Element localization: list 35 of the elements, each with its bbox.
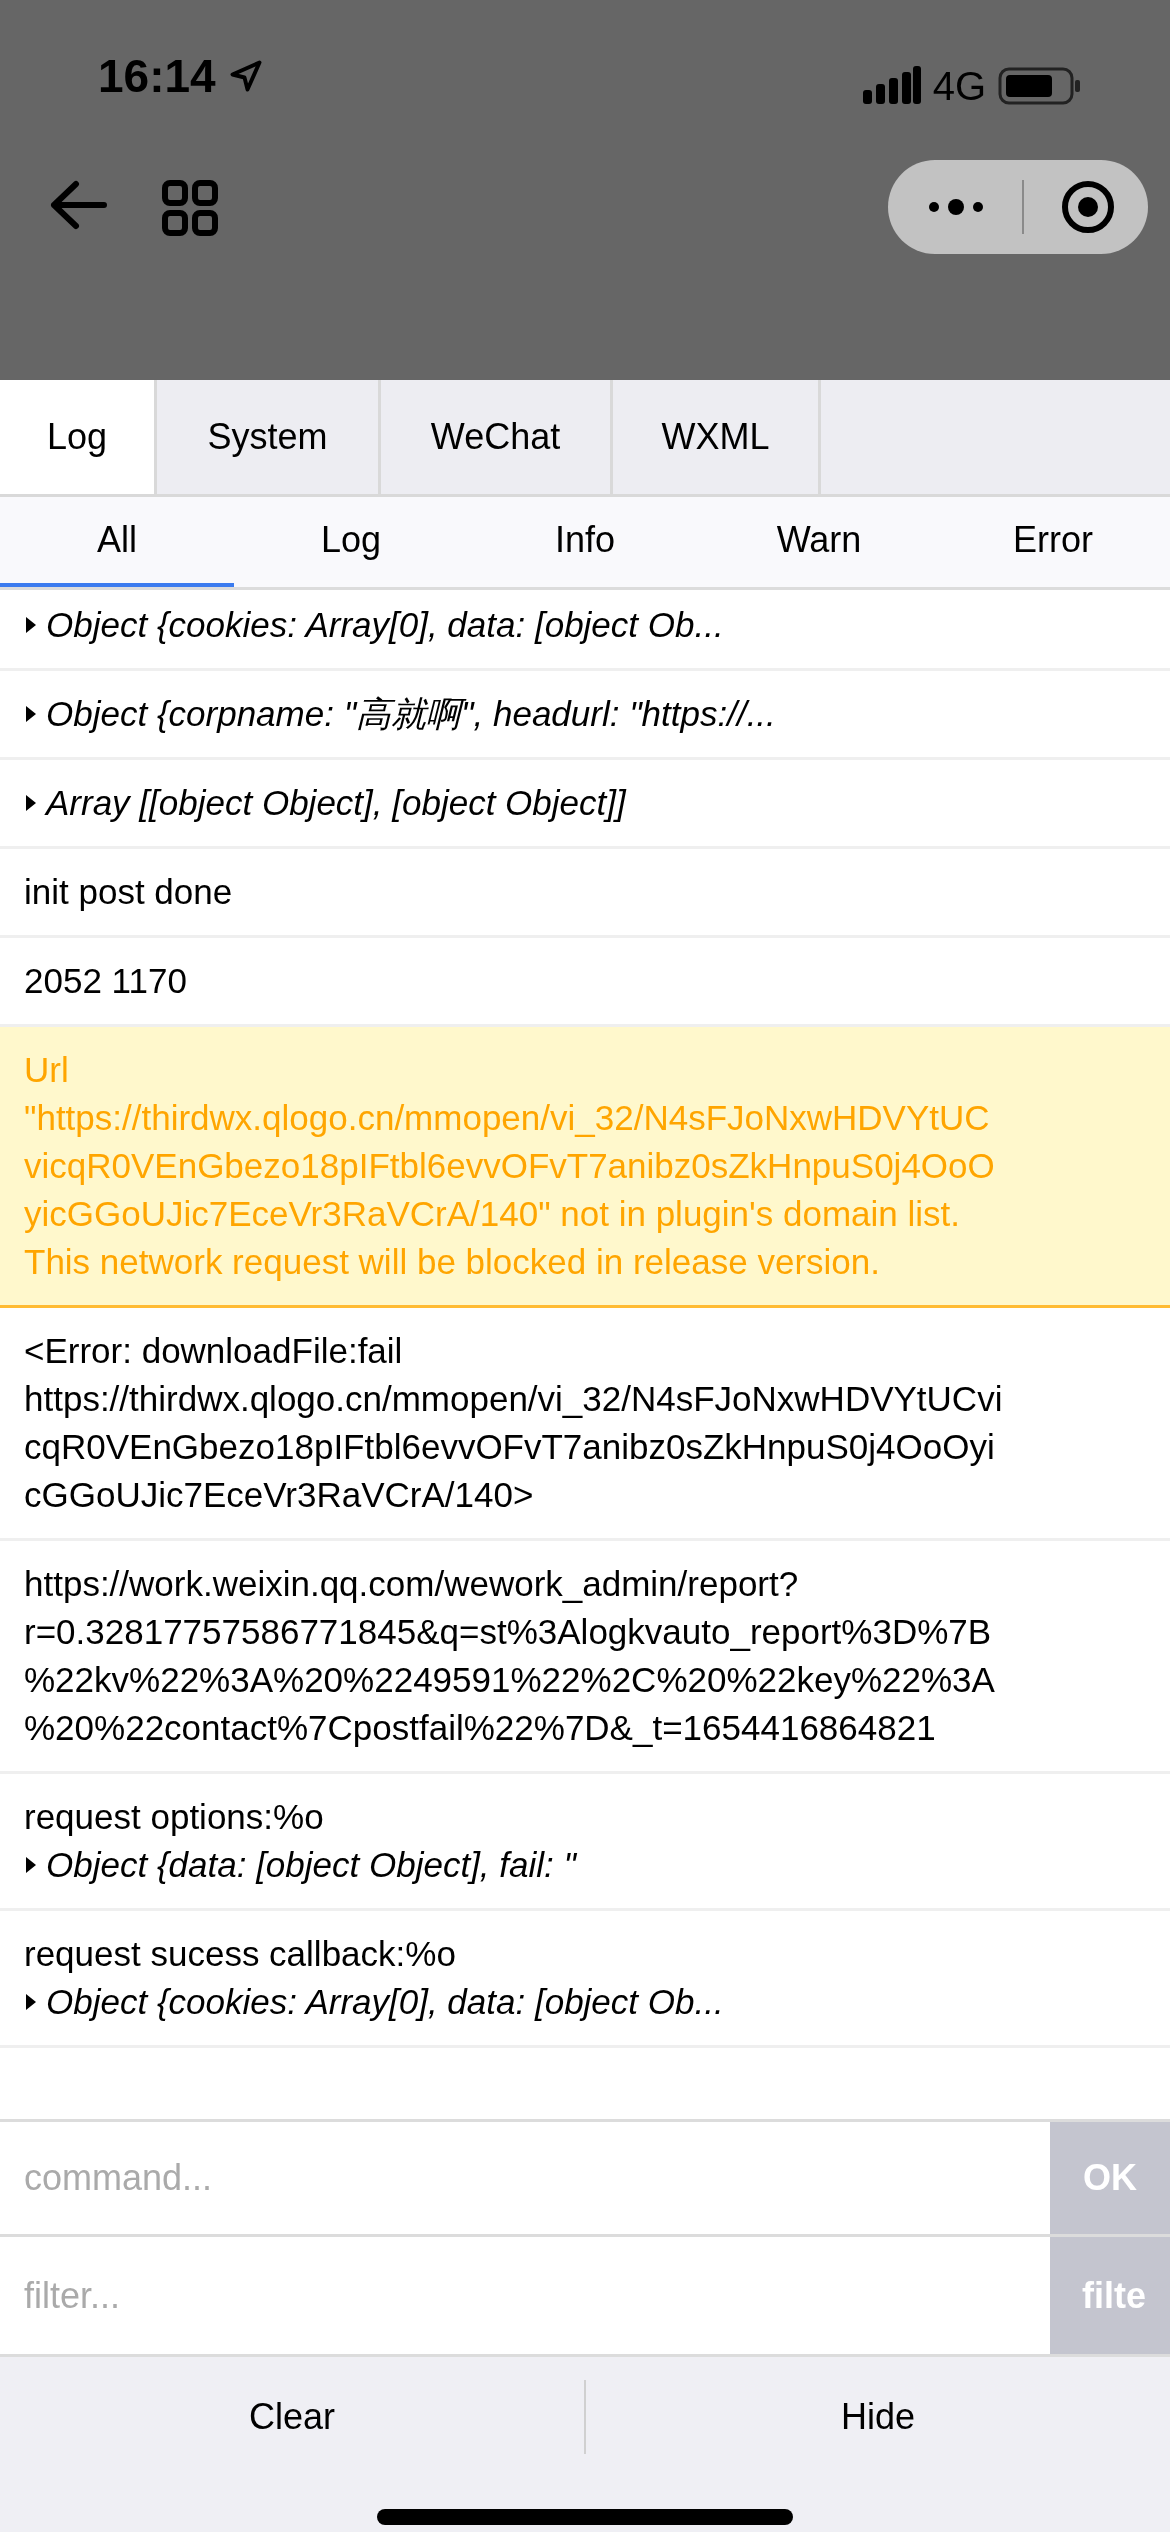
object-summary[interactable]: Object {cookies: Array[0], data: [object Ob... <box>46 1978 724 2026</box>
status-time: 16:14 <box>98 50 216 102</box>
expand-triangle-icon[interactable] <box>24 793 38 813</box>
log-message: request options:%o <box>24 1796 325 1838</box>
more-icon[interactable] <box>928 197 984 217</box>
panel-tab[interactable]: Log <box>0 380 157 494</box>
object-summary[interactable]: Object {corpname: "高就啊", headurl: "https://... <box>46 690 776 738</box>
log-message: Url "https://thirdwx.qlogo.cn/mmopen/vi_32/N4sFJoNxwHDVYtUCvicqR0VEnGbezo18pIFtbl6evvOFvT7anibz0sZkHnpuS0j4OoOyicGGoUJic7EceVr3RaVCrA/140" not in plugin's domain list. This network request will be blocked in release version. <box>24 1049 996 1283</box>
hide-button[interactable]: Hide <box>586 2357 1170 2477</box>
filter-tab[interactable]: Warn <box>702 497 936 587</box>
filter-tab[interactable]: Info <box>468 497 702 587</box>
log-message: <Error: downloadFile:fail https://thirdwx.qlogo.cn/mmopen/vi_32/N4sFJoNxwHDVYtUCvicqR0VEnGbezo18pIFtbl6evvOFvT7anibz0sZkHnpuS0j4OoOyicGGoUJic7EceVr3RaVCrA/140> <box>24 1330 1004 1516</box>
object-summary[interactable]: Object {data: [object Object], fail: " <box>46 1841 576 1889</box>
log-message: https://work.weixin.qq.com/wework_admin/report?r=0.32817757586771845&q=st%3Alogkvauto_report%3D%7B%22kv%22%3A%20%2249591%22%2C%20%22key%22%3A%20%22contact%7Cpostfail%22%7D&_t=1654416864821 <box>24 1563 996 1749</box>
log-message: 2052 1170 <box>24 960 188 1002</box>
battery-icon <box>998 66 1082 106</box>
log-message: init post done <box>24 871 234 913</box>
filter-text-field[interactable]: filter... <box>24 2268 1050 2323</box>
expand-triangle-icon[interactable] <box>24 615 38 635</box>
expand-triangle-icon[interactable] <box>24 1992 38 2012</box>
signal-icon <box>862 66 921 106</box>
close-target-icon[interactable] <box>1060 179 1116 235</box>
object-summary[interactable]: Array [[object Object], [object Object]] <box>46 779 626 827</box>
grid-icon[interactable] <box>162 180 218 236</box>
object-summary[interactable]: Object {cookies: Array[0], data: [object Ob... <box>46 601 724 649</box>
expand-triangle-icon[interactable] <box>24 704 38 724</box>
filter-tab[interactable]: Error <box>936 497 1170 587</box>
network-label: 4G <box>932 63 986 110</box>
back-arrow-icon[interactable] <box>48 180 108 230</box>
filter-tab[interactable]: Log <box>234 497 468 587</box>
location-arrow-icon <box>227 58 264 94</box>
clear-button[interactable]: Clear <box>0 2357 584 2477</box>
command-input[interactable]: command... <box>24 2151 1050 2205</box>
expand-triangle-icon[interactable] <box>24 1855 38 1875</box>
log-message: request sucess callback:%o <box>24 1933 457 1975</box>
